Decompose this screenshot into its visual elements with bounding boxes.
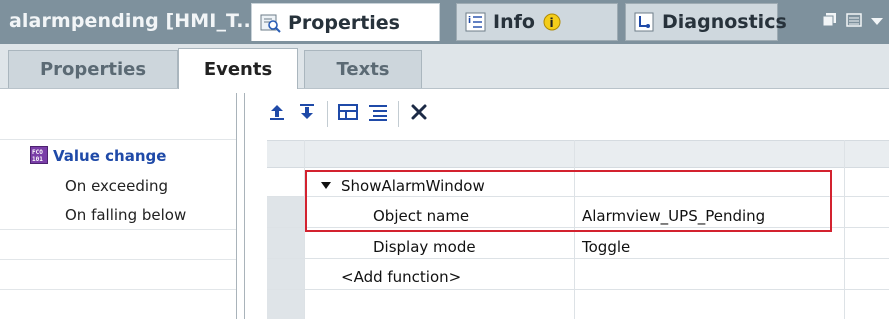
tab-properties-label: Properties [288, 11, 400, 34]
event-item-value-change[interactable]: FCO 101 Value change [30, 146, 166, 168]
function-toolbar [262, 97, 434, 131]
collapse-all-button[interactable] [363, 99, 393, 129]
row-divider [0, 229, 236, 230]
event-item-on-exceeding[interactable]: On exceeding [65, 177, 168, 195]
event-label: On exceeding [65, 177, 169, 195]
row-selector[interactable] [267, 168, 304, 196]
collapse-all-icon [367, 102, 389, 126]
event-label: Value change [53, 147, 167, 165]
toolbar-separator [398, 101, 399, 127]
expand-all-icon [337, 102, 359, 126]
delete-button[interactable] [404, 99, 434, 129]
event-item-on-falling-below[interactable]: On falling below [65, 206, 186, 224]
tab-diagnostics[interactable]: Diagnostics [625, 3, 787, 41]
event-label: On falling below [65, 206, 187, 224]
row-divider [0, 289, 236, 290]
row-divider [267, 289, 889, 290]
svg-text:i: i [549, 16, 553, 30]
events-list: FCO 101 Value change On exceeding On fal… [0, 89, 236, 319]
subtab-events[interactable]: Events [178, 48, 298, 89]
subtab-properties[interactable]: Properties [8, 50, 178, 88]
delete-icon [409, 102, 429, 126]
object-title: alarmpending [HMI_T... [9, 10, 259, 32]
svg-text:101: 101 [32, 156, 43, 163]
info-badge-icon: i [541, 12, 563, 32]
row-divider [0, 259, 236, 260]
row-divider [0, 139, 236, 140]
tab-info[interactable]: i Info i [456, 3, 618, 41]
row-divider [267, 258, 889, 259]
move-down-icon [297, 102, 317, 126]
expand-all-button[interactable] [333, 99, 363, 129]
subtab-strip: Properties Events Texts [0, 44, 889, 89]
info-icon: i [465, 12, 487, 32]
pane-splitter[interactable] [236, 93, 245, 319]
properties-magnifier-icon [260, 13, 282, 33]
tab-properties[interactable]: Properties [251, 3, 440, 41]
add-function-link[interactable]: <Add function> [341, 268, 461, 286]
grid-header [267, 140, 889, 168]
move-up-icon [267, 102, 287, 126]
param-value-display-mode[interactable]: Toggle [582, 238, 630, 256]
subtab-texts[interactable]: Texts [304, 50, 422, 88]
dropdown-arrow-icon[interactable] [870, 13, 884, 32]
tab-info-label: Info [493, 11, 535, 33]
highlight-box [305, 170, 832, 232]
svg-text:i: i [468, 16, 471, 26]
toolbar-separator [327, 101, 328, 127]
inspector-titlebar: alarmpending [HMI_T... Properties i Info [0, 0, 889, 44]
restore-icon[interactable] [822, 12, 838, 32]
svg-text:FCO: FCO [32, 149, 43, 156]
move-up-button[interactable] [262, 99, 292, 129]
param-name-display-mode: Display mode [373, 238, 476, 256]
menu-icon[interactable] [846, 12, 862, 32]
window-buttons [822, 12, 884, 32]
value-change-icon: FCO 101 [30, 146, 48, 168]
tab-diagnostics-label: Diagnostics [662, 11, 787, 33]
diagnostics-icon [634, 12, 656, 32]
move-down-button[interactable] [292, 99, 322, 129]
column-divider [844, 140, 845, 319]
